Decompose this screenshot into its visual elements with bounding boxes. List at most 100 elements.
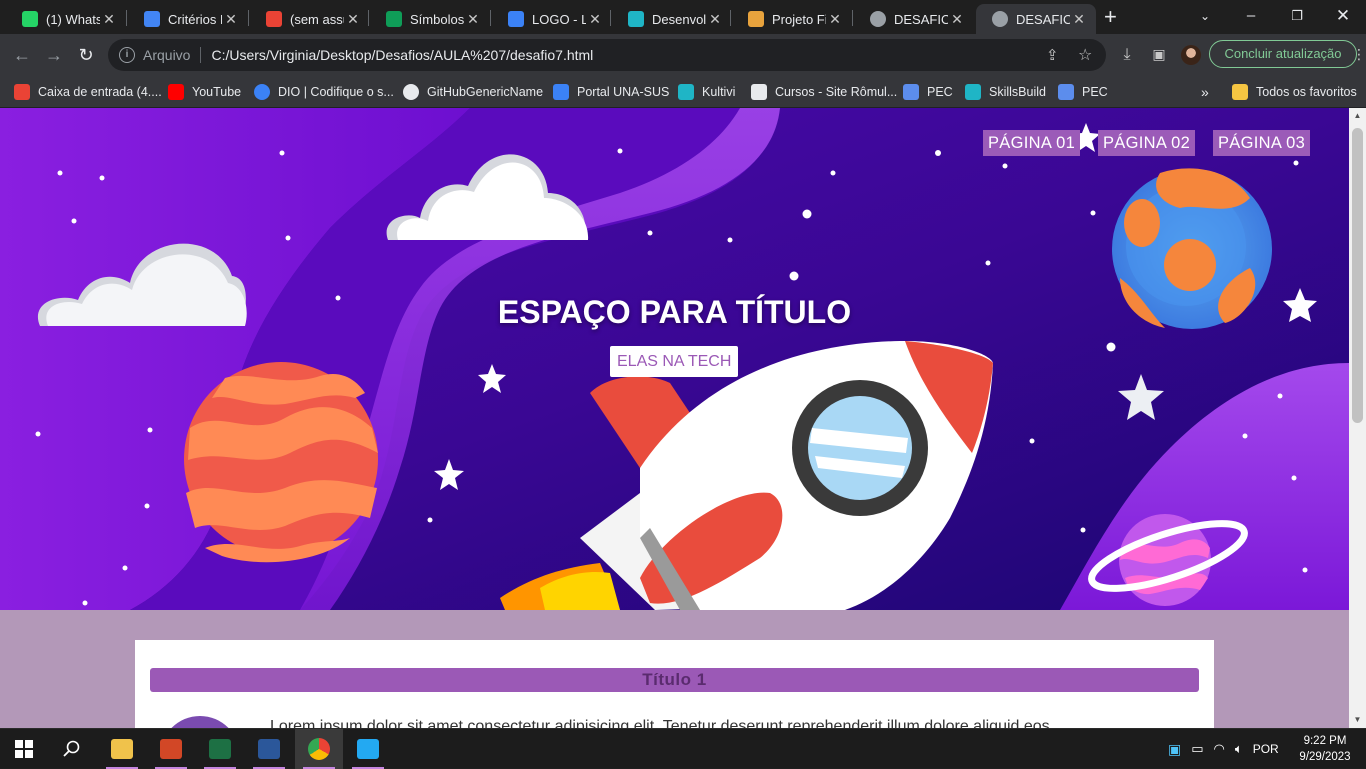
- tab-separator: [126, 10, 127, 26]
- scroll-down-icon[interactable]: ▼: [1349, 712, 1366, 728]
- all-bookmarks-label: Todos os favoritos: [1256, 85, 1357, 99]
- reload-button[interactable]: ↻: [73, 42, 99, 68]
- bookmark-label: Kultivi: [702, 85, 736, 99]
- nav-pagina-02[interactable]: PÁGINA 02: [1098, 130, 1196, 156]
- tab-close-icon[interactable]: ✕: [1070, 11, 1088, 28]
- whatsapp-icon: [22, 11, 38, 27]
- taskbar-app-5[interactable]: [295, 729, 343, 769]
- tab-search-icon[interactable]: ⌄: [1182, 0, 1228, 32]
- scroll-thumb[interactable]: [1352, 128, 1363, 423]
- forward-button[interactable]: →: [41, 42, 67, 68]
- logo-site-icon: [508, 11, 524, 27]
- tab-close-icon[interactable]: ✕: [826, 11, 844, 28]
- address-bar[interactable]: i Arquivo C:/Users/Virginia/Desktop/Desa…: [108, 39, 1106, 71]
- taskbar-app-2[interactable]: [147, 729, 195, 769]
- tab-close-icon[interactable]: ✕: [464, 11, 482, 28]
- browser-toolbar: ← → ↻ i Arquivo C:/Users/Virginia/Deskto…: [0, 34, 1366, 76]
- site-info-icon[interactable]: i: [119, 47, 135, 63]
- tab-8[interactable]: DESAFIO ✕: [854, 4, 974, 34]
- wifi-icon[interactable]: ◠: [1214, 741, 1225, 757]
- bookmark-2[interactable]: YouTube: [168, 81, 241, 103]
- address-url[interactable]: C:/Users/Virginia/Desktop/Desafios/AULA%…: [211, 47, 593, 63]
- close-window-button[interactable]: ✕: [1320, 0, 1366, 32]
- skillsbuild-icon: [965, 84, 981, 100]
- bookmark-3[interactable]: DIO | Codifique o s...: [254, 81, 394, 103]
- tab-2[interactable]: Critérios P✕: [128, 4, 248, 34]
- windows-taskbar: ▣ ▭ ◠ 🔈︎ POR 9:22 PM 9/29/2023: [0, 728, 1366, 769]
- file-explorer-icon: [111, 739, 133, 759]
- tab-close-icon[interactable]: ✕: [706, 11, 724, 28]
- scroll-up-icon[interactable]: ▲: [1349, 108, 1366, 124]
- bookmark-label: Portal UNA-SUS: [577, 85, 670, 99]
- hero-banner: PÁGINA 01 PÁGINA 02 PÁGINA 03 ESPAÇO PAR…: [0, 108, 1349, 610]
- tab-close-icon[interactable]: ✕: [344, 11, 362, 28]
- tab-5[interactable]: LOGO - Lo✕: [492, 4, 612, 34]
- search-button[interactable]: [48, 729, 96, 769]
- skillsbuild-icon: [628, 11, 644, 27]
- tab-separator: [610, 10, 611, 26]
- globe-icon: [870, 11, 886, 27]
- maximize-button[interactable]: ❐: [1274, 0, 1320, 32]
- download-icon[interactable]: ⤓: [1117, 46, 1137, 64]
- tab-7[interactable]: Projeto Fi ✕: [732, 4, 852, 34]
- tab-label: Critérios P: [168, 11, 222, 27]
- side-panel-icon[interactable]: ▣: [1149, 46, 1169, 63]
- taskbar-app-4[interactable]: [245, 729, 293, 769]
- tab-4[interactable]: Símbolos ✕: [370, 4, 490, 34]
- bookmark-6[interactable]: Kultivi: [678, 81, 735, 103]
- update-button[interactable]: Concluir atualização: [1209, 40, 1357, 68]
- tab-1[interactable]: (1) Whats ✕: [6, 4, 126, 34]
- bookmark-1[interactable]: Caixa de entrada (4....: [14, 81, 162, 103]
- start-button[interactable]: [0, 729, 48, 769]
- bookmark-4[interactable]: GitHubGenericName: [403, 81, 543, 103]
- page-viewport: PÁGINA 01 PÁGINA 02 PÁGINA 03 ESPAÇO PAR…: [0, 108, 1349, 728]
- google-docs-icon: [144, 11, 160, 27]
- word-icon: [258, 739, 280, 759]
- volume-icon[interactable]: 🔈︎: [1235, 741, 1243, 757]
- tab-6[interactable]: Desenvolv✕: [612, 4, 732, 34]
- windows-logo-icon: [15, 740, 33, 758]
- bookmark-8[interactable]: PEC: [903, 81, 953, 103]
- excel-icon: [209, 739, 231, 759]
- tab-close-icon[interactable]: ✕: [222, 11, 240, 28]
- bookmark-7[interactable]: Cursos - Site Rômul...: [751, 81, 897, 103]
- tab-label: Desenvolv: [652, 11, 706, 27]
- tab-9[interactable]: DESAFIO ✕: [976, 4, 1096, 34]
- powerpoint-icon: [160, 739, 182, 759]
- tab-3[interactable]: (sem assu ✕: [250, 4, 370, 34]
- tab-close-icon[interactable]: ✕: [586, 11, 604, 28]
- bookmark-star-icon[interactable]: ☆: [1078, 45, 1092, 65]
- tab-label: LOGO - Lo: [532, 11, 586, 27]
- bookmark-9[interactable]: SkillsBuild: [965, 81, 1046, 103]
- bookmark-5[interactable]: Portal UNA-SUS: [553, 81, 669, 103]
- tab-label: DESAFIO: [894, 11, 948, 27]
- minimize-button[interactable]: –: [1228, 0, 1274, 32]
- nav-pagina-01[interactable]: PÁGINA 01: [983, 130, 1081, 156]
- language-indicator[interactable]: POR: [1253, 742, 1279, 756]
- back-button[interactable]: ←: [9, 42, 35, 68]
- all-bookmarks-folder[interactable]: Todos os favoritos: [1232, 81, 1357, 103]
- taskbar-app-3[interactable]: [196, 729, 244, 769]
- bookmark-10[interactable]: PEC: [1058, 81, 1108, 103]
- clock[interactable]: 9:22 PM 9/29/2023: [1299, 729, 1350, 769]
- nav-pagina-03[interactable]: PÁGINA 03: [1213, 130, 1311, 156]
- folder-icon: [1232, 84, 1248, 100]
- page-scrollbar[interactable]: ▲ ▼: [1349, 108, 1366, 728]
- share-icon[interactable]: ⇪: [1046, 46, 1059, 64]
- menu-kebab-icon[interactable]: ⋮: [1352, 46, 1366, 63]
- profile-avatar[interactable]: [1181, 45, 1201, 65]
- new-tab-button[interactable]: +: [1104, 2, 1117, 32]
- tab-close-icon[interactable]: ✕: [948, 11, 966, 28]
- tray-app-icon[interactable]: ▣: [1168, 741, 1181, 758]
- tab-close-icon[interactable]: ✕: [100, 11, 118, 28]
- taskbar-app-6[interactable]: [344, 729, 392, 769]
- battery-icon[interactable]: ▭: [1191, 741, 1203, 757]
- tab-separator: [730, 10, 731, 26]
- more-bookmarks-icon[interactable]: »: [1201, 81, 1209, 103]
- youtube-icon: [168, 84, 184, 100]
- globe-icon: [992, 11, 1008, 27]
- card-text: Lorem ipsum dolor sit amet consectetur a…: [270, 718, 1050, 728]
- pec-icon: [1058, 84, 1074, 100]
- taskbar-app-1[interactable]: [98, 729, 146, 769]
- content-card: Título 1 Lorem ipsum dolor sit amet cons…: [135, 640, 1214, 728]
